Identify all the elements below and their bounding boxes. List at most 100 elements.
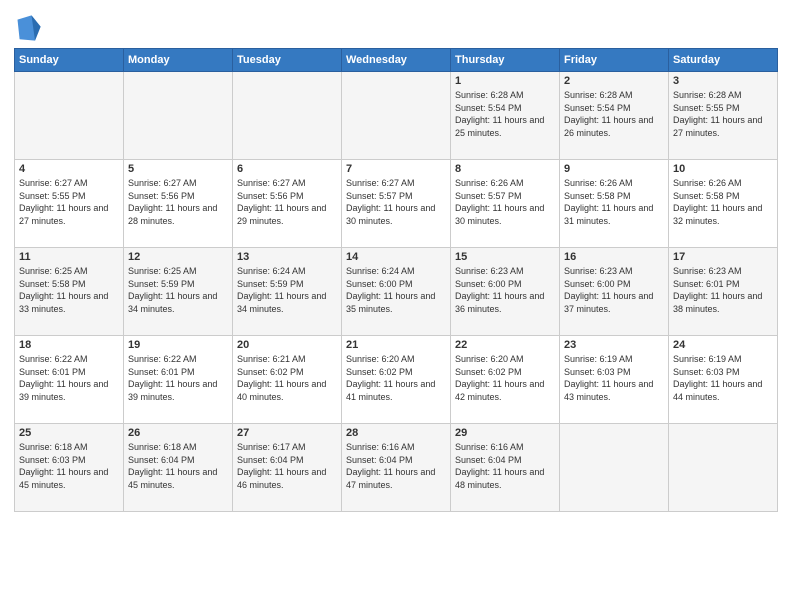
weekday-header-saturday: Saturday [669,49,778,72]
calendar-cell: 19 Sunrise: 6:22 AM Sunset: 6:01 PM Dayli… [124,336,233,424]
day-number: 1 [455,75,555,87]
logo [14,14,46,42]
day-info: Sunrise: 6:27 AM Sunset: 5:55 PM Dayligh… [19,177,119,227]
day-number: 23 [564,339,664,351]
calendar-cell: 9Sunrise: 6:26 AM Sunset: 5:58 PM Daylig… [560,160,669,248]
calendar-cell: 16 Sunrise: 6:23 AM Sunset: 6:00 PM Dayli… [560,248,669,336]
calendar-week-row: 4 Sunrise: 6:27 AM Sunset: 5:55 PM Daylig… [15,160,778,248]
day-number: 15 [455,251,555,263]
weekday-header-friday: Friday [560,49,669,72]
calendar-cell: 29 Sunrise: 6:16 AM Sunset: 6:04 PM Dayli… [451,424,560,512]
weekday-header-thursday: Thursday [451,49,560,72]
day-info: Sunrise: 6:26 AM Sunset: 5:58 PM Dayligh… [564,177,664,227]
calendar-cell [124,72,233,160]
day-number: 3 [673,75,773,87]
day-info: Sunrise: 6:20 AM Sunset: 6:02 PM Dayligh… [455,353,555,403]
day-info: Sunrise: 6:28 AM Sunset: 5:54 PM Dayligh… [455,89,555,139]
day-info: Sunrise: 6:27 AM Sunset: 5:56 PM Dayligh… [128,177,228,227]
logo-icon [14,14,42,42]
weekday-header-row: SundayMondayTuesdayWednesdayThursdayFrid… [15,49,778,72]
day-info: Sunrise: 6:25 AM Sunset: 5:58 PM Dayligh… [19,265,119,315]
calendar-cell: 11 Sunrise: 6:25 AM Sunset: 5:58 PM Dayli… [15,248,124,336]
weekday-header-monday: Monday [124,49,233,72]
calendar-cell: 14 Sunrise: 6:24 AM Sunset: 6:00 PM Dayli… [342,248,451,336]
calendar-cell: 8Sunrise: 6:26 AM Sunset: 5:57 PM Daylig… [451,160,560,248]
calendar-week-row: 18 Sunrise: 6:22 AM Sunset: 6:01 PM Dayli… [15,336,778,424]
calendar-body: 1 Sunrise: 6:28 AM Sunset: 5:54 PM Daylig… [15,72,778,512]
calendar-cell: 13Sunrise: 6:24 AM Sunset: 5:59 PM Dayli… [233,248,342,336]
day-info: Sunrise: 6:22 AM Sunset: 6:01 PM Dayligh… [19,353,119,403]
calendar-cell: 28Sunrise: 6:16 AM Sunset: 6:04 PM Dayli… [342,424,451,512]
day-info: Sunrise: 6:19 AM Sunset: 6:03 PM Dayligh… [673,353,773,403]
header [14,10,778,42]
weekday-header-tuesday: Tuesday [233,49,342,72]
day-info: Sunrise: 6:18 AM Sunset: 6:03 PM Dayligh… [19,441,119,491]
day-number: 7 [346,163,446,175]
day-number: 12 [128,251,228,263]
day-number: 18 [19,339,119,351]
day-number: 26 [128,427,228,439]
calendar-cell: 22 Sunrise: 6:20 AM Sunset: 6:02 PM Dayli… [451,336,560,424]
calendar-cell: 7 Sunrise: 6:27 AM Sunset: 5:57 PM Daylig… [342,160,451,248]
day-info: Sunrise: 6:20 AM Sunset: 6:02 PM Dayligh… [346,353,446,403]
calendar-week-row: 11 Sunrise: 6:25 AM Sunset: 5:58 PM Dayli… [15,248,778,336]
calendar-header: SundayMondayTuesdayWednesdayThursdayFrid… [15,49,778,72]
calendar-cell: 2Sunrise: 6:28 AM Sunset: 5:54 PM Daylig… [560,72,669,160]
day-number: 20 [237,339,337,351]
weekday-header-wednesday: Wednesday [342,49,451,72]
day-number: 19 [128,339,228,351]
day-info: Sunrise: 6:25 AM Sunset: 5:59 PM Dayligh… [128,265,228,315]
day-number: 11 [19,251,119,263]
calendar-cell: 15 Sunrise: 6:23 AM Sunset: 6:00 PM Dayli… [451,248,560,336]
day-number: 4 [19,163,119,175]
calendar-table: SundayMondayTuesdayWednesdayThursdayFrid… [14,48,778,512]
calendar-cell [669,424,778,512]
day-info: Sunrise: 6:23 AM Sunset: 6:01 PM Dayligh… [673,265,773,315]
calendar-cell: 10Sunrise: 6:26 AM Sunset: 5:58 PM Dayli… [669,160,778,248]
calendar-cell: 6 Sunrise: 6:27 AM Sunset: 5:56 PM Daylig… [233,160,342,248]
day-number: 6 [237,163,337,175]
day-number: 8 [455,163,555,175]
calendar-cell: 20Sunrise: 6:21 AM Sunset: 6:02 PM Dayli… [233,336,342,424]
day-number: 5 [128,163,228,175]
calendar-cell: 1 Sunrise: 6:28 AM Sunset: 5:54 PM Daylig… [451,72,560,160]
calendar-cell: 24Sunrise: 6:19 AM Sunset: 6:03 PM Dayli… [669,336,778,424]
calendar-cell: 12 Sunrise: 6:25 AM Sunset: 5:59 PM Dayli… [124,248,233,336]
day-info: Sunrise: 6:23 AM Sunset: 6:00 PM Dayligh… [564,265,664,315]
calendar-cell [560,424,669,512]
day-info: Sunrise: 6:24 AM Sunset: 6:00 PM Dayligh… [346,265,446,315]
day-number: 14 [346,251,446,263]
day-number: 16 [564,251,664,263]
calendar-cell: 25 Sunrise: 6:18 AM Sunset: 6:03 PM Dayli… [15,424,124,512]
day-info: Sunrise: 6:22 AM Sunset: 6:01 PM Dayligh… [128,353,228,403]
day-info: Sunrise: 6:17 AM Sunset: 6:04 PM Dayligh… [237,441,337,491]
calendar-cell: 27 Sunrise: 6:17 AM Sunset: 6:04 PM Dayli… [233,424,342,512]
day-info: Sunrise: 6:26 AM Sunset: 5:58 PM Dayligh… [673,177,773,227]
day-info: Sunrise: 6:18 AM Sunset: 6:04 PM Dayligh… [128,441,228,491]
day-info: Sunrise: 6:28 AM Sunset: 5:55 PM Dayligh… [673,89,773,139]
day-info: Sunrise: 6:16 AM Sunset: 6:04 PM Dayligh… [455,441,555,491]
day-number: 29 [455,427,555,439]
day-info: Sunrise: 6:27 AM Sunset: 5:56 PM Dayligh… [237,177,337,227]
day-info: Sunrise: 6:27 AM Sunset: 5:57 PM Dayligh… [346,177,446,227]
day-number: 21 [346,339,446,351]
day-info: Sunrise: 6:28 AM Sunset: 5:54 PM Dayligh… [564,89,664,139]
calendar-week-row: 1 Sunrise: 6:28 AM Sunset: 5:54 PM Daylig… [15,72,778,160]
calendar-cell: 3 Sunrise: 6:28 AM Sunset: 5:55 PM Daylig… [669,72,778,160]
calendar-week-row: 25 Sunrise: 6:18 AM Sunset: 6:03 PM Dayli… [15,424,778,512]
day-number: 22 [455,339,555,351]
weekday-header-sunday: Sunday [15,49,124,72]
day-info: Sunrise: 6:19 AM Sunset: 6:03 PM Dayligh… [564,353,664,403]
calendar-cell: 23 Sunrise: 6:19 AM Sunset: 6:03 PM Dayli… [560,336,669,424]
day-number: 27 [237,427,337,439]
calendar-cell: 21 Sunrise: 6:20 AM Sunset: 6:02 PM Dayli… [342,336,451,424]
calendar-cell: 17 Sunrise: 6:23 AM Sunset: 6:01 PM Dayli… [669,248,778,336]
day-number: 17 [673,251,773,263]
day-info: Sunrise: 6:24 AM Sunset: 5:59 PM Dayligh… [237,265,337,315]
day-info: Sunrise: 6:23 AM Sunset: 6:00 PM Dayligh… [455,265,555,315]
calendar-cell: 18 Sunrise: 6:22 AM Sunset: 6:01 PM Dayli… [15,336,124,424]
calendar-cell: 4 Sunrise: 6:27 AM Sunset: 5:55 PM Daylig… [15,160,124,248]
day-number: 25 [19,427,119,439]
page: SundayMondayTuesdayWednesdayThursdayFrid… [0,0,792,612]
calendar-cell: 5 Sunrise: 6:27 AM Sunset: 5:56 PM Daylig… [124,160,233,248]
